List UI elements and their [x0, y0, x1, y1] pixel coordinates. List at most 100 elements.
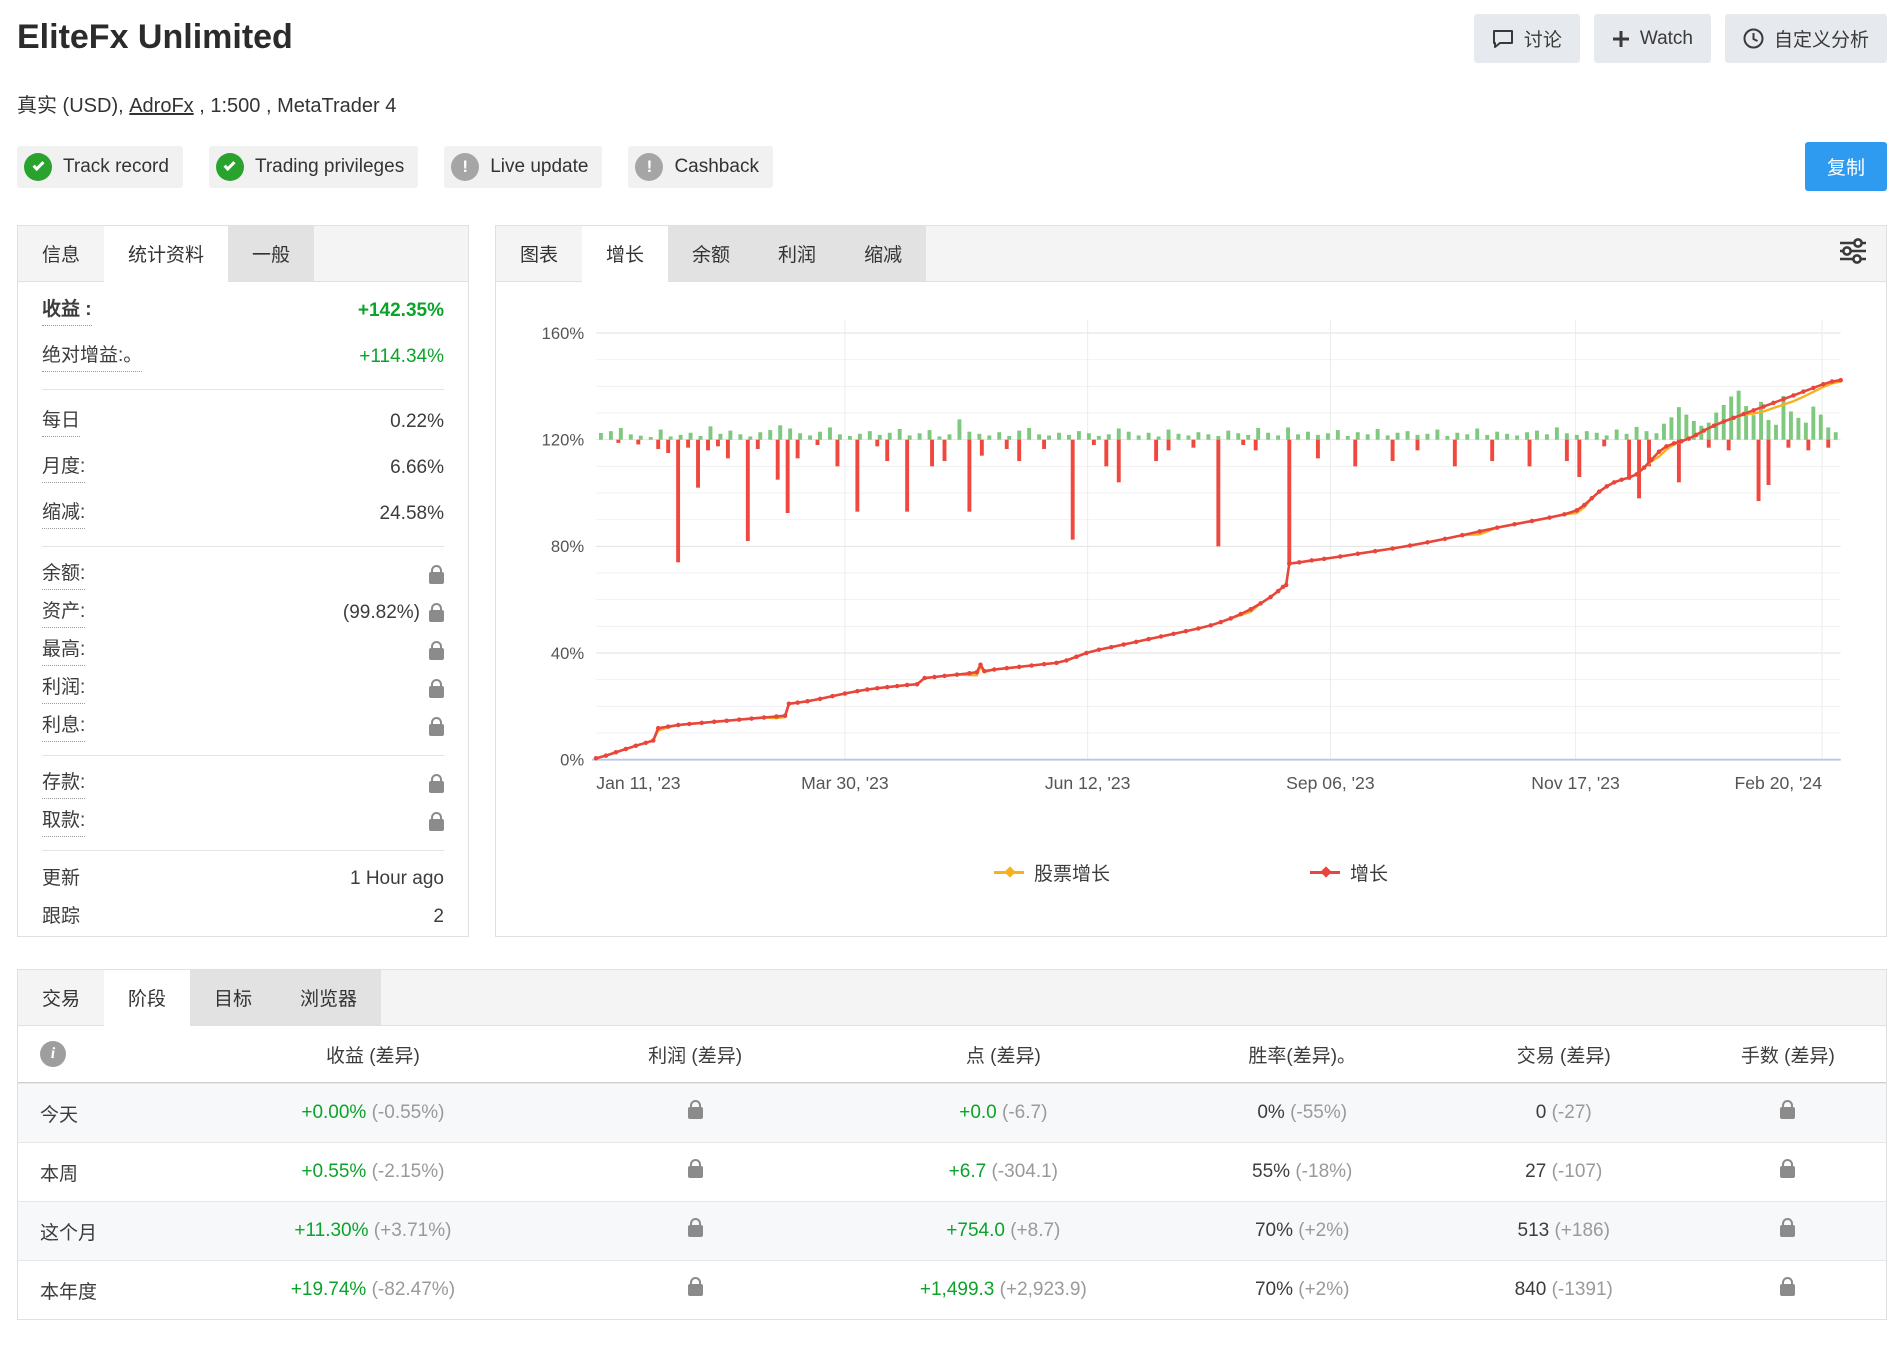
trades-diff: (-107) — [1546, 1161, 1602, 1182]
growth-point — [1084, 651, 1089, 656]
legend-item-增长[interactable]: 增长 — [1310, 859, 1388, 886]
period-label: 本年度 — [18, 1277, 195, 1304]
copy-button[interactable]: 复制 — [1805, 142, 1887, 191]
header-action-label: 自定义分析 — [1774, 25, 1869, 52]
column-header: 交易 (差异) — [1438, 1041, 1690, 1068]
chart-tab-余额[interactable]: 余额 — [668, 226, 754, 281]
growth-point — [1694, 433, 1699, 438]
daily-gain-bar — [1677, 407, 1681, 440]
chart-tab-图表[interactable]: 图表 — [496, 226, 582, 281]
drawdown-bar — [746, 440, 750, 541]
growth-point — [1612, 480, 1617, 485]
growth-point — [932, 675, 937, 680]
drawdown-bar — [1637, 440, 1641, 499]
periods-tab-浏览器[interactable]: 浏览器 — [276, 970, 381, 1025]
growth-point — [1074, 654, 1079, 659]
growth-point — [830, 694, 835, 699]
profit-cell — [550, 1278, 840, 1302]
info-tab-信息[interactable]: 信息 — [18, 226, 104, 281]
periods-tab-目标[interactable]: 目标 — [190, 970, 276, 1025]
chart-settings-button[interactable] — [1820, 226, 1886, 281]
growth-point — [666, 724, 671, 729]
stat-label: 收益 : — [42, 296, 92, 326]
drawdown-bar — [855, 440, 859, 512]
daily-gain-bar — [1811, 407, 1815, 440]
daily-gain-bar — [948, 434, 952, 439]
gain-diff: (+3.71%) — [369, 1220, 452, 1241]
stat-value-text: 24.58% — [380, 503, 444, 525]
badge-live-update: !Live update — [444, 146, 602, 188]
growth-point — [1171, 632, 1176, 637]
growth-point — [624, 747, 629, 752]
growth-point — [885, 685, 890, 690]
growth-point — [1771, 401, 1776, 406]
divider — [42, 850, 444, 851]
daily-gain-bar — [1575, 435, 1579, 440]
info-icon[interactable]: i — [40, 1041, 66, 1067]
stat-value — [429, 813, 444, 831]
periods-tab-交易[interactable]: 交易 — [18, 970, 104, 1025]
winrate-cell: 70% (+2%) — [1167, 1220, 1438, 1242]
daily-gain-bar — [1445, 436, 1449, 440]
daily-gain-bar — [1047, 435, 1051, 439]
stat-value: 1 Hour ago — [350, 868, 444, 890]
header-action-watch[interactable]: Watch — [1594, 14, 1711, 63]
profit-cell — [550, 1160, 840, 1184]
pips-diff: (-6.7) — [997, 1102, 1048, 1123]
winrate-diff: (-18%) — [1290, 1161, 1352, 1182]
growth-point — [1196, 626, 1201, 631]
stat-value — [429, 642, 444, 660]
daily-gain-bar — [1306, 432, 1310, 440]
stat-label: 最高: — [42, 636, 85, 666]
stat-row: 取款: — [42, 803, 444, 841]
daily-gain-bar — [967, 432, 971, 440]
info-tab-一般[interactable]: 一般 — [228, 226, 314, 281]
header-action-discuss[interactable]: 讨论 — [1474, 14, 1580, 63]
chart-tab-利润[interactable]: 利润 — [754, 226, 840, 281]
winrate-value: 55% — [1252, 1161, 1290, 1182]
drawdown-bar — [905, 440, 909, 512]
growth-point — [1672, 441, 1677, 446]
drawdown-bar — [1602, 440, 1606, 447]
daily-gain-bar — [1826, 427, 1830, 439]
lots-cell — [1690, 1219, 1886, 1243]
daily-gain-bar — [748, 436, 752, 439]
gain-cell: +0.55% (-2.15%) — [195, 1161, 550, 1183]
header-actions: 讨论 Watch 自定义分析 — [1474, 14, 1887, 63]
periods-tab-阶段[interactable]: 阶段 — [104, 970, 190, 1026]
daily-gain-bar — [908, 435, 912, 439]
info-tab-统计资料[interactable]: 统计资料 — [104, 226, 228, 282]
drawdown-bar — [776, 440, 780, 480]
x-axis-tick: Jan 11, '23 — [596, 773, 681, 793]
gain-cell: +19.74% (-82.47%) — [195, 1279, 550, 1301]
growth-point — [1477, 529, 1482, 534]
broker-link[interactable]: AdroFx — [129, 95, 193, 117]
lock-icon — [429, 648, 444, 660]
drawdown-bar — [1071, 440, 1075, 540]
daily-gain-bar — [1605, 435, 1609, 439]
drawdown-bar — [1092, 440, 1096, 445]
stat-label: 缩减: — [42, 499, 85, 529]
daily-gain-bar — [788, 428, 792, 439]
trades-value: 840 — [1515, 1279, 1547, 1300]
page-title: EliteFx Unlimited — [17, 14, 293, 57]
chat-icon — [1492, 29, 1514, 49]
daily-gain-bar — [1684, 415, 1688, 440]
growth-point — [1309, 558, 1314, 563]
daily-gain-bar — [1107, 434, 1111, 439]
growth-point — [1268, 595, 1273, 600]
legend-swatch — [1310, 871, 1340, 874]
chart-tab-增长[interactable]: 增长 — [582, 226, 668, 282]
daily-gain-bar — [1804, 423, 1808, 440]
daily-gain-bar — [1077, 431, 1081, 440]
growth-point — [1109, 645, 1114, 650]
header-action-custom-analysis[interactable]: 自定义分析 — [1725, 14, 1887, 63]
chart-tab-缩减[interactable]: 缩减 — [840, 226, 926, 281]
daily-gain-bar — [1495, 432, 1499, 440]
daily-gain-bar — [758, 432, 762, 439]
legend-item-股票增长[interactable]: 股票增长 — [994, 859, 1110, 886]
daily-gain-bar — [818, 432, 822, 440]
lock-icon — [429, 686, 444, 698]
trades-value: 27 — [1525, 1161, 1546, 1182]
pips-value: +0.0 — [959, 1102, 997, 1123]
